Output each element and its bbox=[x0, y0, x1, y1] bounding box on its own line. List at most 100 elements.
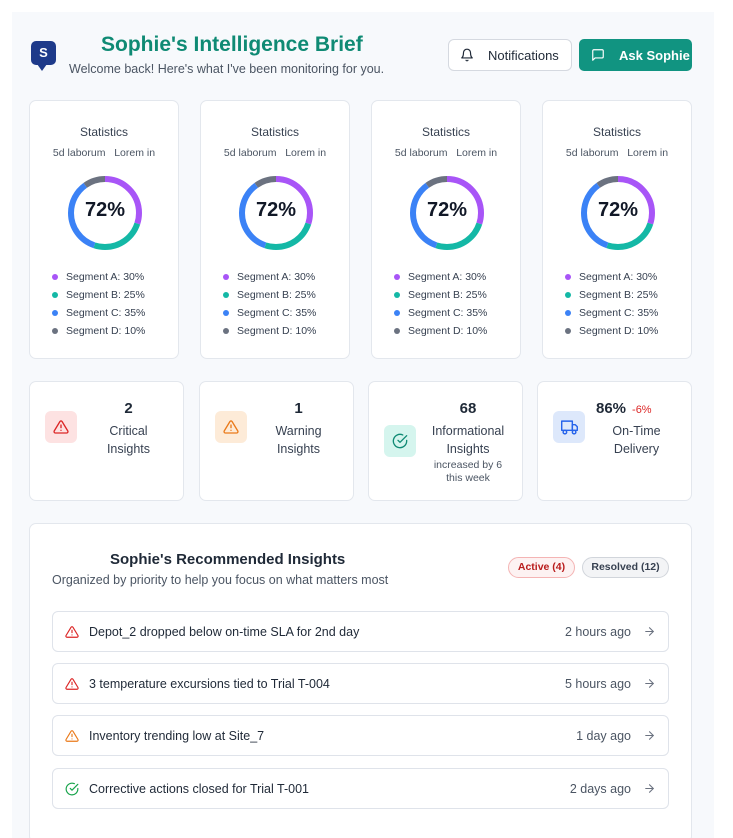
legend-label: Segment A: 30% bbox=[66, 271, 145, 283]
legend-label: Segment D: 10% bbox=[237, 325, 317, 337]
insight-text: Inventory trending low at Site_7 bbox=[89, 728, 265, 743]
legend-item: Segment C: 35% bbox=[565, 304, 658, 322]
legend-label: Segment B: 25% bbox=[408, 289, 487, 301]
recommended-insights-panel: Sophie's Recommended Insights Organized … bbox=[29, 523, 692, 838]
warning-count: 1 bbox=[294, 400, 303, 417]
critical-label-line1: Critical bbox=[109, 424, 148, 438]
notifications-button[interactable]: Notifications bbox=[448, 39, 572, 71]
legend-label: Segment B: 25% bbox=[237, 289, 316, 301]
informational-note-line2: this week bbox=[446, 472, 490, 484]
alert-triangle-icon bbox=[65, 677, 79, 691]
legend-item: Segment D: 10% bbox=[394, 322, 487, 340]
insight-row[interactable]: Inventory trending low at Site_7 1 day a… bbox=[52, 715, 669, 756]
legend-item: Segment C: 35% bbox=[394, 304, 487, 322]
legend-item: Segment A: 30% bbox=[52, 268, 145, 286]
legend-label: Segment C: 35% bbox=[237, 307, 317, 319]
on-time-delivery-card[interactable]: 86% -6% On-Time Delivery bbox=[537, 381, 692, 501]
page-subtitle: Welcome back! Here's what I've been moni… bbox=[69, 62, 385, 76]
legend-label: Segment C: 35% bbox=[579, 307, 659, 319]
legend-label: Segment B: 25% bbox=[579, 289, 658, 301]
panel-title: Sophie's Recommended Insights bbox=[110, 551, 346, 568]
check-circle-icon bbox=[65, 782, 79, 796]
legend-item: Segment D: 10% bbox=[223, 322, 316, 340]
informational-insights-card[interactable]: 68 Informational Insights increased by 6… bbox=[368, 381, 523, 501]
legend-dot bbox=[52, 310, 58, 316]
legend-dot bbox=[394, 328, 400, 334]
legend-label: Segment D: 10% bbox=[66, 325, 146, 337]
legend-dot bbox=[565, 292, 571, 298]
legend-item: Segment B: 25% bbox=[223, 286, 316, 304]
legend-item: Segment A: 30% bbox=[223, 268, 316, 286]
arrow-right-icon[interactable] bbox=[643, 782, 656, 795]
card-subtitle: 5d laborum Lorem in bbox=[223, 147, 327, 159]
logo-letter: S bbox=[39, 45, 48, 60]
bell-icon bbox=[461, 48, 473, 62]
legend-dot bbox=[394, 292, 400, 298]
truck-icon bbox=[553, 411, 585, 443]
ask-sophie-label: Ask Sophie bbox=[619, 47, 690, 63]
alert-triangle-icon bbox=[65, 729, 79, 743]
legend-item: Segment C: 35% bbox=[52, 304, 145, 322]
legend-dot bbox=[223, 292, 229, 298]
insight-row[interactable]: Corrective actions closed for Trial T-00… bbox=[52, 768, 669, 809]
donut-percent: 72% bbox=[426, 199, 468, 221]
insight-text: Corrective actions closed for Trial T-00… bbox=[89, 781, 310, 796]
critical-count: 2 bbox=[124, 400, 133, 417]
donut-legend: Segment A: 30% Segment B: 25% Segment C: 3… bbox=[565, 268, 658, 340]
legend-item: Segment C: 35% bbox=[223, 304, 316, 322]
legend-item: Segment B: 25% bbox=[52, 286, 145, 304]
arrow-right-icon[interactable] bbox=[643, 677, 656, 690]
legend-item: Segment B: 25% bbox=[394, 286, 487, 304]
warning-label-line2: Insights bbox=[276, 442, 321, 456]
delivery-percent: 86% bbox=[596, 400, 627, 417]
statistics-card: Statistics 5d laborum Lorem in 72% Segme… bbox=[200, 100, 350, 359]
donut-legend: Segment A: 30% Segment B: 25% Segment C: 3… bbox=[52, 268, 145, 340]
legend-label: Segment A: 30% bbox=[237, 271, 316, 283]
insight-time: 2 days ago bbox=[569, 781, 631, 796]
legend-item: Segment D: 10% bbox=[565, 322, 658, 340]
legend-item: Segment A: 30% bbox=[565, 268, 658, 286]
card-subtitle: 5d laborum Lorem in bbox=[394, 147, 498, 159]
legend-dot bbox=[223, 328, 229, 334]
delivery-delta: -6% bbox=[632, 404, 652, 416]
legend-item: Segment B: 25% bbox=[565, 286, 658, 304]
informational-count: 68 bbox=[459, 400, 477, 417]
donut-percent: 72% bbox=[84, 199, 126, 221]
delivery-label-line1: On-Time bbox=[612, 424, 661, 438]
card-title: Statistics bbox=[79, 125, 128, 139]
legend-label: Segment B: 25% bbox=[66, 289, 145, 301]
panel-subtitle: Organized by priority to help you focus … bbox=[52, 573, 389, 587]
legend-dot bbox=[52, 292, 58, 298]
legend-dot bbox=[565, 274, 571, 280]
legend-label: Segment A: 30% bbox=[579, 271, 658, 283]
statistics-card: Statistics 5d laborum Lorem in 72% Segme… bbox=[542, 100, 692, 359]
legend-dot bbox=[223, 310, 229, 316]
legend-label: Segment C: 35% bbox=[408, 307, 488, 319]
legend-item: Segment D: 10% bbox=[52, 322, 145, 340]
legend-dot bbox=[52, 328, 58, 334]
informational-note-line1: increased by 6 bbox=[433, 459, 503, 471]
arrow-right-icon[interactable] bbox=[643, 625, 656, 638]
legend-label: Segment C: 35% bbox=[66, 307, 146, 319]
legend-dot bbox=[394, 310, 400, 316]
card-title: Statistics bbox=[250, 125, 299, 139]
warning-insights-card[interactable]: 1 Warning Insights bbox=[199, 381, 354, 501]
filter-active-pill[interactable]: Active (4) bbox=[508, 557, 575, 578]
informational-label-line2: Insights bbox=[446, 442, 490, 456]
informational-label-line1: Informational bbox=[431, 424, 505, 438]
legend-label: Segment D: 10% bbox=[579, 325, 659, 337]
insight-row[interactable]: Depot_2 dropped below on-time SLA for 2n… bbox=[52, 611, 669, 652]
insight-row[interactable]: 3 temperature excursions tied to Trial T… bbox=[52, 663, 669, 704]
insight-time: 1 day ago bbox=[576, 728, 631, 743]
legend-label: Segment D: 10% bbox=[408, 325, 488, 337]
arrow-right-icon[interactable] bbox=[643, 729, 656, 742]
filter-resolved-pill[interactable]: Resolved (12) bbox=[582, 557, 669, 578]
legend-dot bbox=[565, 328, 571, 334]
donut-percent: 72% bbox=[255, 199, 297, 221]
insight-text: 3 temperature excursions tied to Trial T… bbox=[89, 676, 330, 691]
alert-triangle-icon bbox=[45, 411, 77, 443]
insight-time: 2 hours ago bbox=[564, 624, 631, 639]
critical-insights-card[interactable]: 2 Critical Insights bbox=[29, 381, 184, 501]
ask-sophie-button[interactable]: Ask Sophie bbox=[579, 39, 692, 71]
legend-dot bbox=[394, 274, 400, 280]
